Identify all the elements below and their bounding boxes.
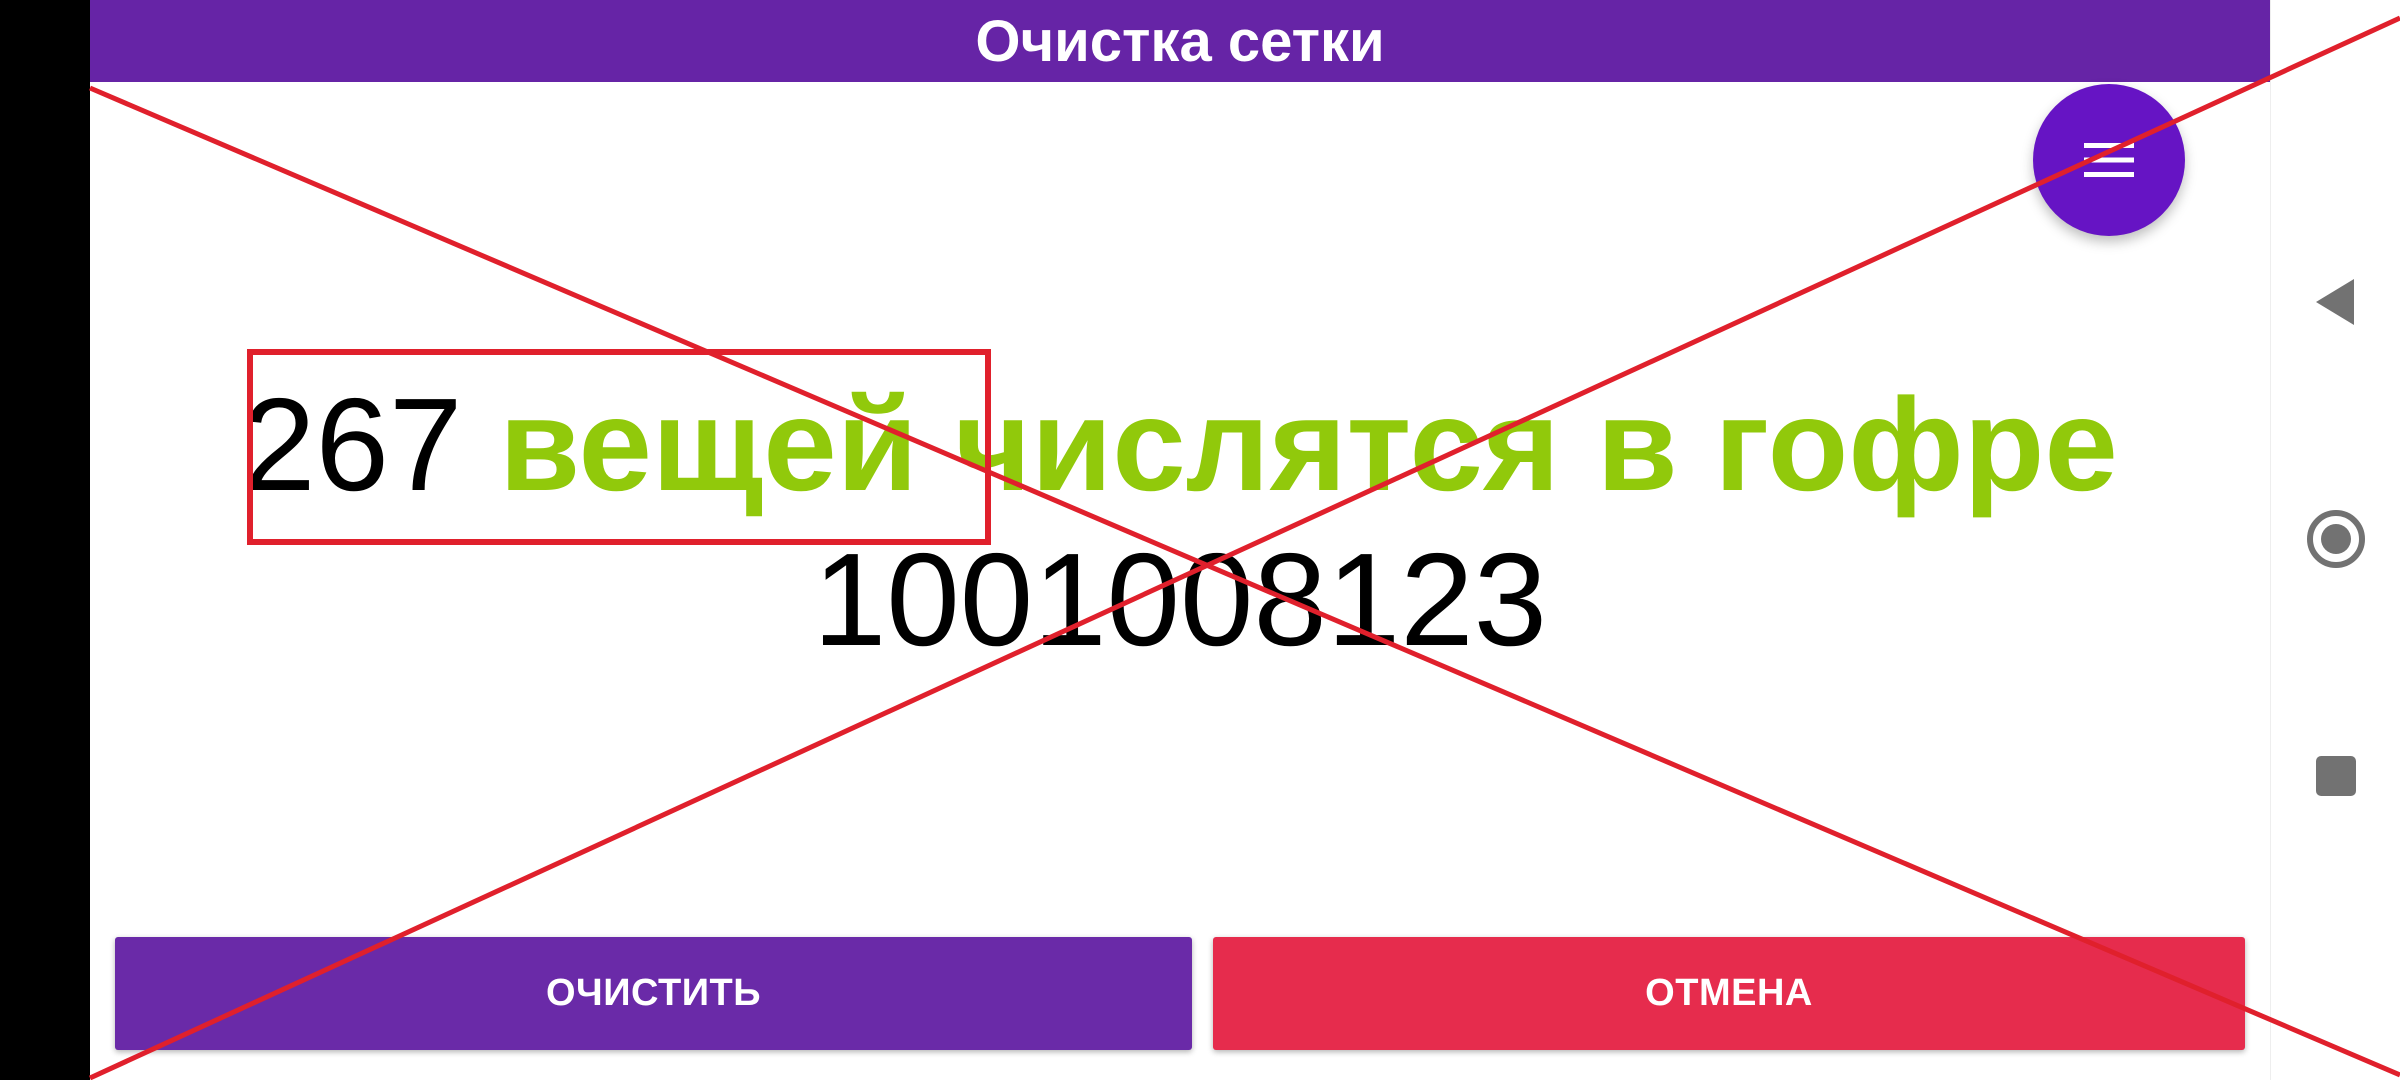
nav-home-button[interactable] [2271, 484, 2400, 594]
cancel-button[interactable]: ОТМЕНА [1213, 937, 2245, 1050]
grid-code: 1001008123 [812, 526, 1548, 673]
recents-square-icon [2316, 756, 2356, 796]
back-triangle-icon [2316, 279, 2354, 325]
page-title: Очистка сетки [975, 9, 1385, 74]
menu-button[interactable] [2033, 84, 2185, 236]
home-circle-icon [2307, 510, 2365, 568]
screen: Очистка сетки 267 вещей числятся в гофре… [0, 0, 2400, 1080]
headline: 267 вещей числятся в гофре [90, 365, 2270, 525]
clear-button[interactable]: ОЧИСТИТЬ [115, 937, 1192, 1050]
menu-icon [2084, 143, 2134, 177]
left-black-bar [0, 0, 90, 1080]
nav-back-button[interactable] [2271, 247, 2400, 357]
system-nav-bar [2270, 0, 2400, 1080]
nav-recents-button[interactable] [2271, 721, 2400, 831]
app-window: Очистка сетки 267 вещей числятся в гофре… [90, 0, 2270, 1080]
items-count: 267 [242, 371, 463, 518]
items-message: вещей числятся в гофре [499, 371, 2118, 518]
title-bar: Очистка сетки [90, 0, 2270, 82]
